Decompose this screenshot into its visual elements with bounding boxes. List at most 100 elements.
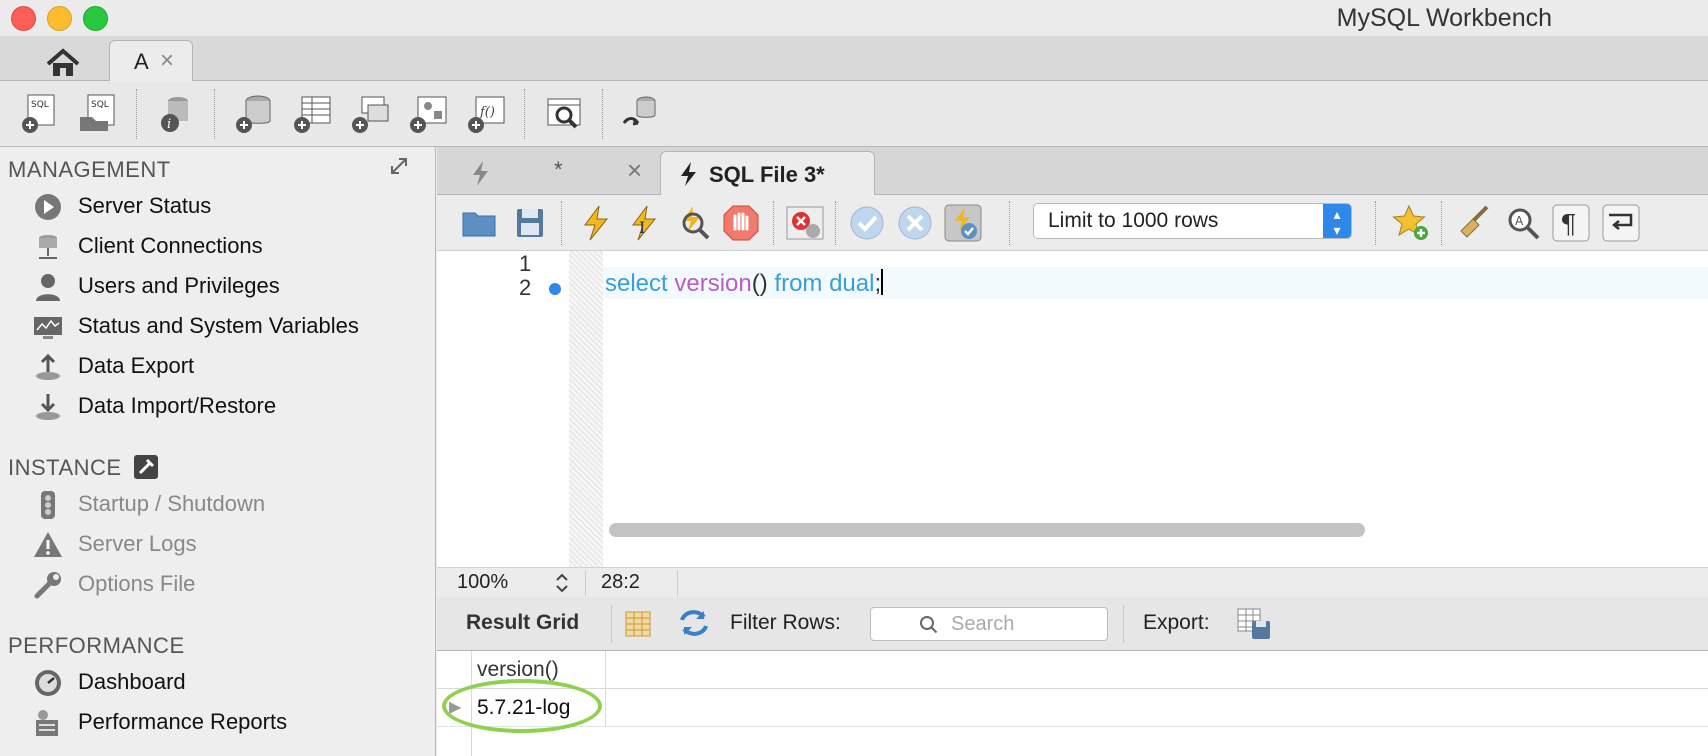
editor-pane: * × SQL File 3* I Limit to 1000 rows ▴ ▾ … [437, 147, 1708, 756]
instance-heading: INSTANCE [8, 455, 122, 480]
close-window-button[interactable] [11, 6, 36, 31]
create-view-icon[interactable] [348, 91, 392, 135]
lightning-icon [681, 162, 696, 186]
beautify-icon[interactable] [1455, 203, 1495, 243]
sidebar-item-data-import[interactable]: Data Import/Restore [30, 389, 430, 425]
toggle-stop-on-error-icon[interactable] [785, 203, 825, 243]
autocommit-icon[interactable] [943, 203, 983, 243]
filter-rows-label: Filter Rows: [730, 611, 841, 634]
instance-settings-icon[interactable] [133, 454, 159, 480]
home-icon [46, 48, 80, 76]
svg-text:f(): f() [479, 105, 495, 120]
tab-sql-file-3[interactable]: SQL File 3* [660, 151, 875, 195]
sidebar-item-dashboard[interactable]: Dashboard [30, 665, 430, 701]
sidebar-item-performance-reports[interactable]: Performance Reports [30, 705, 430, 741]
close-tab-icon[interactable]: × [160, 47, 174, 75]
statement-marker-icon [549, 283, 561, 295]
svg-text:I: I [639, 218, 645, 237]
commit-icon[interactable] [847, 203, 887, 243]
filter-search-input[interactable]: Search [870, 607, 1108, 641]
refresh-icon[interactable] [677, 607, 711, 639]
editor-margin [569, 251, 603, 567]
sql-editor-toolbar: I Limit to 1000 rows ▴ ▾ A ¶ [437, 195, 1708, 251]
show-invisibles-icon[interactable]: ¶ [1551, 203, 1591, 243]
table-row[interactable]: ▶ 5.7.21-log [437, 689, 1708, 727]
sidebar-item-startup-shutdown[interactable]: Startup / Shutdown [30, 487, 430, 523]
close-query-tab-icon[interactable]: × [627, 155, 642, 186]
text-cursor [881, 269, 884, 295]
execute-icon[interactable] [575, 203, 615, 243]
user-icon [33, 272, 63, 302]
management-heading: MANAGEMENT [8, 157, 171, 182]
limit-rows-value: Limit to 1000 rows [1048, 209, 1219, 232]
search-table-data-icon[interactable] [542, 91, 586, 135]
zoom-level: 100% [457, 571, 509, 593]
sidebar-item-data-export[interactable]: Data Export [30, 349, 430, 385]
main-toolbar: SQL SQL i f() [0, 81, 1708, 147]
search-icon [920, 616, 938, 634]
execute-statement-icon[interactable]: I [623, 203, 663, 243]
tab-label: SQL File 3* [709, 162, 825, 187]
line-number-gutter: 1 2 [437, 251, 569, 567]
result-toolbar: Result Grid Filter Rows: Search Export: [437, 597, 1708, 651]
create-procedure-icon[interactable] [406, 91, 450, 135]
sidebar-item-server-status[interactable]: Server Status [30, 189, 430, 225]
svg-text:A: A [1515, 214, 1524, 228]
svg-text:SQL: SQL [31, 100, 49, 110]
play-circle-icon [33, 192, 63, 222]
new-sql-tab-icon[interactable]: SQL [18, 91, 62, 135]
zoom-window-button[interactable] [83, 6, 108, 31]
navigator-sidebar: MANAGEMENT Server Status Client Connecti… [0, 147, 436, 756]
export-icon[interactable] [1236, 607, 1272, 641]
minimize-window-button[interactable] [47, 6, 72, 31]
export-icon [33, 352, 63, 382]
sidebar-item-options-file[interactable]: Options File [30, 567, 430, 603]
wrench-icon [33, 570, 63, 600]
add-snippet-icon[interactable] [1391, 203, 1431, 243]
create-table-icon[interactable] [290, 91, 334, 135]
chevron-up-down-icon: ▴ ▾ [1323, 204, 1351, 238]
svg-text:¶: ¶ [1560, 210, 1577, 240]
stop-icon[interactable] [721, 203, 761, 243]
sidebar-item-status-variables[interactable]: Status and System Variables [30, 309, 430, 345]
expand-sidebar-icon[interactable] [388, 155, 410, 177]
highlight-annotation [442, 679, 602, 733]
sidebar-item-client-connections[interactable]: Client Connections [30, 229, 430, 265]
find-replace-icon[interactable]: A [1503, 203, 1543, 243]
sql-statement: select version() from dual; [605, 269, 884, 297]
create-function-icon[interactable]: f() [464, 91, 508, 135]
sql-code-editor[interactable]: 1 2 select version() from dual; [437, 251, 1708, 567]
horizontal-scrollbar[interactable] [609, 523, 1365, 537]
network-icon [33, 232, 63, 262]
rollback-icon[interactable] [895, 203, 935, 243]
result-grid-label[interactable]: Result Grid [466, 611, 579, 635]
grid-layout-icon[interactable] [623, 609, 653, 639]
sidebar-item-users-privileges[interactable]: Users and Privileges [30, 269, 430, 305]
import-icon [33, 392, 63, 422]
limit-rows-select[interactable]: Limit to 1000 rows ▴ ▾ [1033, 203, 1352, 239]
connection-tab[interactable]: A × [109, 40, 193, 81]
result-grid: version() ▶ 5.7.21-log [437, 651, 1708, 756]
line-number: 2 [519, 275, 532, 300]
traffic-light-icon [33, 490, 63, 520]
svg-text:SQL: SQL [91, 100, 109, 110]
create-schema-icon[interactable] [232, 91, 276, 135]
reports-icon [33, 708, 63, 738]
connection-tab-label: A [134, 49, 149, 74]
home-tab[interactable] [38, 44, 88, 80]
editor-status-bar: 100% 28:2 [437, 567, 1708, 597]
open-file-icon[interactable] [459, 203, 499, 243]
reconnect-icon[interactable] [620, 91, 664, 135]
monitor-icon [33, 312, 63, 342]
open-sql-file-icon[interactable]: SQL [76, 91, 120, 135]
query-tab-unsaved-mark: * [554, 157, 563, 182]
explain-icon[interactable] [673, 203, 713, 243]
query-tab-icon[interactable] [467, 159, 495, 187]
window-title: MySQL Workbench [1336, 4, 1552, 32]
sidebar-item-server-logs[interactable]: Server Logs [30, 527, 430, 563]
server-info-icon[interactable]: i [154, 91, 198, 135]
save-icon[interactable] [509, 203, 549, 243]
wrap-lines-icon[interactable] [1601, 203, 1641, 243]
svg-text:i: i [167, 117, 171, 132]
zoom-stepper[interactable] [553, 571, 571, 595]
